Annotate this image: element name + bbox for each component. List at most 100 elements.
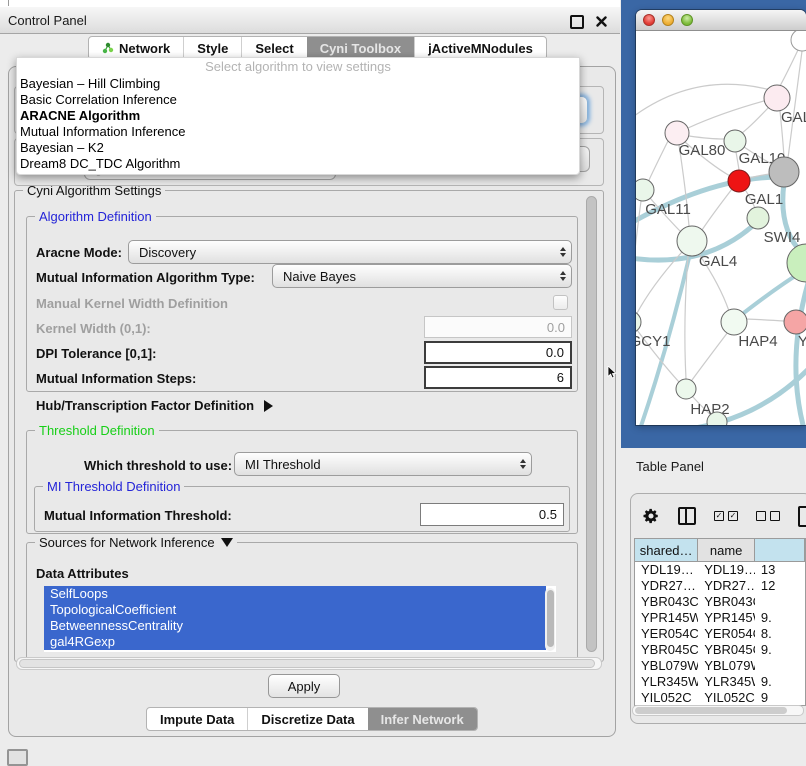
columns-icon[interactable] <box>678 507 696 525</box>
column-header-2[interactable] <box>755 539 805 562</box>
table-cell: YDR27… <box>698 578 755 594</box>
column-header-shared[interactable]: shared… <box>635 539 698 562</box>
attribute-item-topologicalcoefficient[interactable]: TopologicalCoefficient <box>44 602 546 618</box>
apply-button[interactable]: Apply <box>268 674 340 698</box>
network-node-big-green[interactable] <box>787 244 806 282</box>
network-edge[interactable] <box>796 283 806 425</box>
network-node-gal1[interactable] <box>728 170 750 192</box>
network-icon <box>102 42 114 54</box>
network-node-gray-node[interactable] <box>769 157 799 187</box>
network-edge[interactable] <box>692 332 728 380</box>
network-node-gal11[interactable] <box>636 179 654 201</box>
hub-definition-toggle[interactable]: Hub/Transcription Factor Definition <box>36 398 273 413</box>
network-edge[interactable] <box>746 319 784 321</box>
tab-network[interactable]: Network <box>89 37 183 59</box>
settings-vertical-scrollbar[interactable] <box>585 193 598 657</box>
attribute-item-gal4rgexp[interactable]: gal4RGexp <box>44 634 546 650</box>
which-threshold-combo[interactable]: MI Threshold <box>234 452 532 476</box>
zoom-traffic-light[interactable] <box>681 14 693 26</box>
table-horizontal-scrollbar[interactable] <box>632 705 804 716</box>
table-row[interactable]: YIL052CYIL052C9 <box>635 690 805 706</box>
network-node-gal10[interactable] <box>724 130 746 152</box>
column-header-name[interactable]: name <box>698 539 755 562</box>
table-cell: YIL052C <box>698 690 755 706</box>
network-view-window: GALGAL80GAL10GAL1GAL11SWI4GAL4GCY1HAP4YH… <box>636 10 806 425</box>
network-edge[interactable] <box>702 189 732 230</box>
threshold-definition-legend: Threshold Definition <box>35 423 159 438</box>
table-row[interactable]: YBR043CYBR043C <box>635 594 805 610</box>
table-row[interactable]: YBR045CYBR045C9. <box>635 642 805 658</box>
manual-kernel-checkbox[interactable] <box>553 295 568 310</box>
table-cell: 12 <box>755 578 805 594</box>
mi-threshold-field[interactable]: 0.5 <box>420 503 564 526</box>
table-row[interactable]: YPR145WYPR145W9. <box>635 610 805 626</box>
network-node-salmon[interactable] <box>784 310 806 334</box>
page-icon[interactable] <box>798 506 806 527</box>
network-node-gal-top[interactable] <box>764 85 790 111</box>
gear-icon[interactable] <box>642 507 660 525</box>
close-icon[interactable] <box>596 15 607 30</box>
network-canvas[interactable]: GALGAL80GAL10GAL1GAL11SWI4GAL4GCY1HAP4YH… <box>636 31 806 425</box>
checked-boxes-icon[interactable]: ✓✓ <box>714 511 738 521</box>
tab-jactivemnodules[interactable]: jActiveMNodules <box>414 37 546 59</box>
attribute-item-betweennesscentrality[interactable]: BetweennessCentrality <box>44 618 546 634</box>
aracne-mode-combo[interactable]: Discovery <box>128 240 572 264</box>
tab-discretize-data[interactable]: Discretize Data <box>247 708 367 730</box>
kernel-width-field[interactable]: 0.0 <box>424 316 572 338</box>
aracne-mode-label: Aracne Mode: <box>36 245 122 260</box>
tab-style[interactable]: Style <box>183 37 241 59</box>
algorithm-definition-legend: Algorithm Definition <box>35 209 156 224</box>
settings-horizontal-scrollbar[interactable] <box>16 657 602 670</box>
tab-impute-data[interactable]: Impute Data <box>147 708 247 730</box>
network-edge[interactable] <box>636 84 774 119</box>
table-cell: YLR345W <box>698 674 755 690</box>
dpi-tolerance-field[interactable]: 0.0 <box>424 341 572 364</box>
table-row[interactable]: YBL079WYBL079W <box>635 658 805 674</box>
table-row[interactable]: YER054CYER054C8. <box>635 626 805 642</box>
dropdown-item-mutual-information-inference[interactable]: Mutual Information Inference <box>17 124 579 140</box>
network-node-swi4[interactable] <box>747 207 769 229</box>
dropdown-item-bayesian-hill-climbing[interactable]: Bayesian – Hill Climbing <box>17 76 579 92</box>
tab-select[interactable]: Select <box>241 37 306 59</box>
manual-kernel-label: Manual Kernel Width Definition <box>36 296 228 311</box>
network-edge[interactable] <box>742 107 769 133</box>
attributes-scrollbar[interactable] <box>545 588 555 651</box>
minimize-traffic-light[interactable] <box>662 14 674 26</box>
table-cell: YPR145W <box>698 610 755 626</box>
dropdown-item-bayesian-k2[interactable]: Bayesian – K2 <box>17 140 579 156</box>
network-node-gcy1[interactable] <box>636 311 641 333</box>
dropdown-item-aracne-algorithm[interactable]: ARACNE Algorithm <box>17 108 579 124</box>
table-row[interactable]: YLR345WYLR345W9. <box>635 674 805 690</box>
float-window-icon[interactable] <box>570 15 584 29</box>
dropdown-item-basic-correlation-inference[interactable]: Basic Correlation Inference <box>17 92 579 108</box>
table-toolbar: ✓✓ <box>642 504 806 528</box>
network-node-hap2[interactable] <box>676 379 696 399</box>
dropdown-item-dream8-dc-tdc-algorithm[interactable]: Dream8 DC_TDC Algorithm <box>17 156 579 172</box>
network-node-hap4[interactable] <box>721 309 747 335</box>
network-window-titlebar[interactable] <box>636 10 806 31</box>
network-node-ring[interactable] <box>791 31 806 51</box>
network-node-gal4[interactable] <box>677 226 707 256</box>
close-traffic-light[interactable] <box>643 14 655 26</box>
mi-type-label: Mutual Information Algorithm Type: <box>36 270 255 285</box>
table-row[interactable]: YDR27…YDR27…12 <box>635 578 805 594</box>
table-row[interactable]: YDL19…YDL19…13 <box>635 562 805 578</box>
hub-definition-label: Hub/Transcription Factor Definition <box>36 398 254 413</box>
table-cell: YDR27… <box>635 578 698 594</box>
panel-corner-button[interactable] <box>7 749 28 766</box>
sources-legend[interactable]: Sources for Network Inference <box>35 535 237 550</box>
tab-cyni-toolbox[interactable]: Cyni Toolbox <box>307 37 414 59</box>
attribute-item-selfloops[interactable]: SelfLoops <box>44 586 546 602</box>
dropdown-list: Bayesian – Hill ClimbingBasic Correlatio… <box>17 76 579 172</box>
unchecked-boxes-icon[interactable] <box>756 511 780 521</box>
mi-type-combo[interactable]: Naive Bayes <box>272 264 572 288</box>
table-cell: YBR043C <box>698 594 755 610</box>
node-table: shared…name YDL19…YDL19…13YDR27…YDR27…12… <box>634 538 806 706</box>
mi-steps-field[interactable]: 6 <box>424 366 572 389</box>
tab-infer-network[interactable]: Infer Network <box>368 708 477 730</box>
network-edge[interactable] <box>780 50 798 86</box>
node-label-salmon: Y <box>798 333 806 350</box>
network-edge[interactable] <box>649 141 668 180</box>
kernel-width-value: 0.0 <box>547 320 565 335</box>
network-edge[interactable] <box>689 136 724 139</box>
